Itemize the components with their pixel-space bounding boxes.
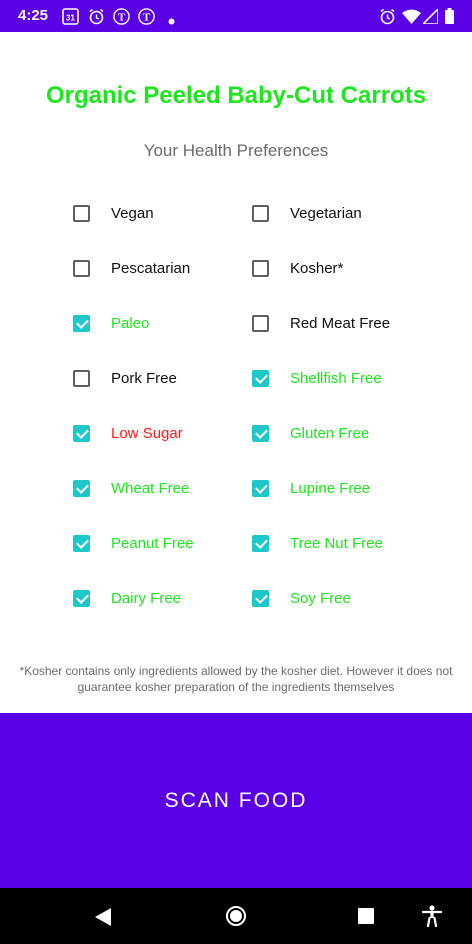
pref-label: Lupine Free [290, 479, 371, 497]
calendar-icon: 31 [62, 8, 79, 30]
pref-soy-free[interactable]: Soy Free [252, 586, 351, 610]
wifi-icon [402, 9, 421, 29]
navigation-bar [0, 888, 472, 944]
pref-label: Dairy Free [111, 589, 182, 607]
pref-label: Kosher* [290, 259, 344, 277]
checkbox[interactable] [252, 259, 269, 277]
checkbox[interactable] [252, 369, 269, 387]
pref-label: Paleo [111, 314, 150, 332]
pref-dairy-free[interactable]: Dairy Free [73, 586, 181, 610]
product-title: Organic Peeled Baby-Cut Carrots [45, 82, 427, 109]
nytimes-icon: T [138, 8, 155, 30]
battery-icon [445, 8, 454, 29]
alarm-icon [88, 8, 105, 30]
checkbox[interactable] [252, 204, 269, 222]
checkbox[interactable] [73, 314, 90, 332]
checkbox[interactable] [252, 314, 269, 332]
checkbox[interactable] [73, 204, 90, 222]
checkbox[interactable] [73, 369, 90, 387]
back-icon[interactable] [95, 908, 111, 931]
nyt-glyph: T [118, 12, 126, 24]
checkbox[interactable] [73, 424, 90, 442]
pref-label: Soy Free [290, 589, 351, 607]
checkbox[interactable] [252, 589, 269, 607]
recents-icon[interactable] [358, 908, 374, 929]
signal-icon [422, 8, 439, 29]
pref-label: Wheat Free [111, 479, 190, 497]
pref-vegan[interactable]: Vegan [73, 201, 154, 225]
pref-label: Tree Nut Free [290, 534, 383, 552]
nytimes-icon: T [113, 8, 130, 30]
pref-tree-nut-free[interactable]: Tree Nut Free [252, 531, 383, 555]
pref-low-sugar[interactable]: Low Sugar [73, 421, 183, 445]
pref-paleo[interactable]: Paleo [73, 311, 149, 335]
pref-label: Pescatarian [111, 259, 191, 277]
accessibility-icon[interactable] [421, 905, 443, 932]
pref-label: Red Meat Free [290, 314, 391, 332]
status-bar: 4:25 31 T T [0, 0, 472, 32]
alarm-icon [379, 8, 396, 30]
pref-label: Shellfish Free [290, 369, 382, 387]
checkbox[interactable] [73, 534, 90, 552]
checkbox[interactable] [252, 424, 269, 442]
status-time: 4:25 [18, 7, 49, 24]
pref-label: Peanut Free [111, 534, 194, 552]
checkbox[interactable] [73, 259, 90, 277]
kosher-footnote: *Kosher contains only ingredients allowe… [19, 664, 453, 694]
pref-label: Low Sugar [111, 424, 183, 442]
pref-gluten-free[interactable]: Gluten Free [252, 421, 369, 445]
pref-lupine-free[interactable]: Lupine Free [252, 476, 370, 500]
dot-icon [168, 12, 175, 30]
scan-food-button[interactable]: SCAN FOOD [0, 713, 472, 888]
checkbox[interactable] [73, 479, 90, 497]
preferences-heading: Your Health Preferences [143, 141, 329, 160]
pref-red-meat-free[interactable]: Red Meat Free [252, 311, 390, 335]
pref-peanut-free[interactable]: Peanut Free [73, 531, 194, 555]
home-icon[interactable] [226, 906, 246, 931]
pref-pork-free[interactable]: Pork Free [73, 366, 177, 390]
checkbox[interactable] [73, 589, 90, 607]
pref-label: Pork Free [111, 369, 177, 387]
pref-label: Vegetarian [290, 204, 362, 222]
calendar-day: 31 [66, 14, 75, 23]
nyt-glyph: T [143, 12, 151, 24]
pref-wheat-free[interactable]: Wheat Free [73, 476, 189, 500]
pref-label: Vegan [111, 204, 154, 222]
pref-vegetarian[interactable]: Vegetarian [252, 201, 362, 225]
checkbox[interactable] [252, 479, 269, 497]
pref-label: Gluten Free [290, 424, 370, 442]
pref-kosher[interactable]: Kosher* [252, 256, 343, 280]
pref-shellfish-free[interactable]: Shellfish Free [252, 366, 382, 390]
checkbox[interactable] [252, 534, 269, 552]
pref-pescatarian[interactable]: Pescatarian [73, 256, 190, 280]
